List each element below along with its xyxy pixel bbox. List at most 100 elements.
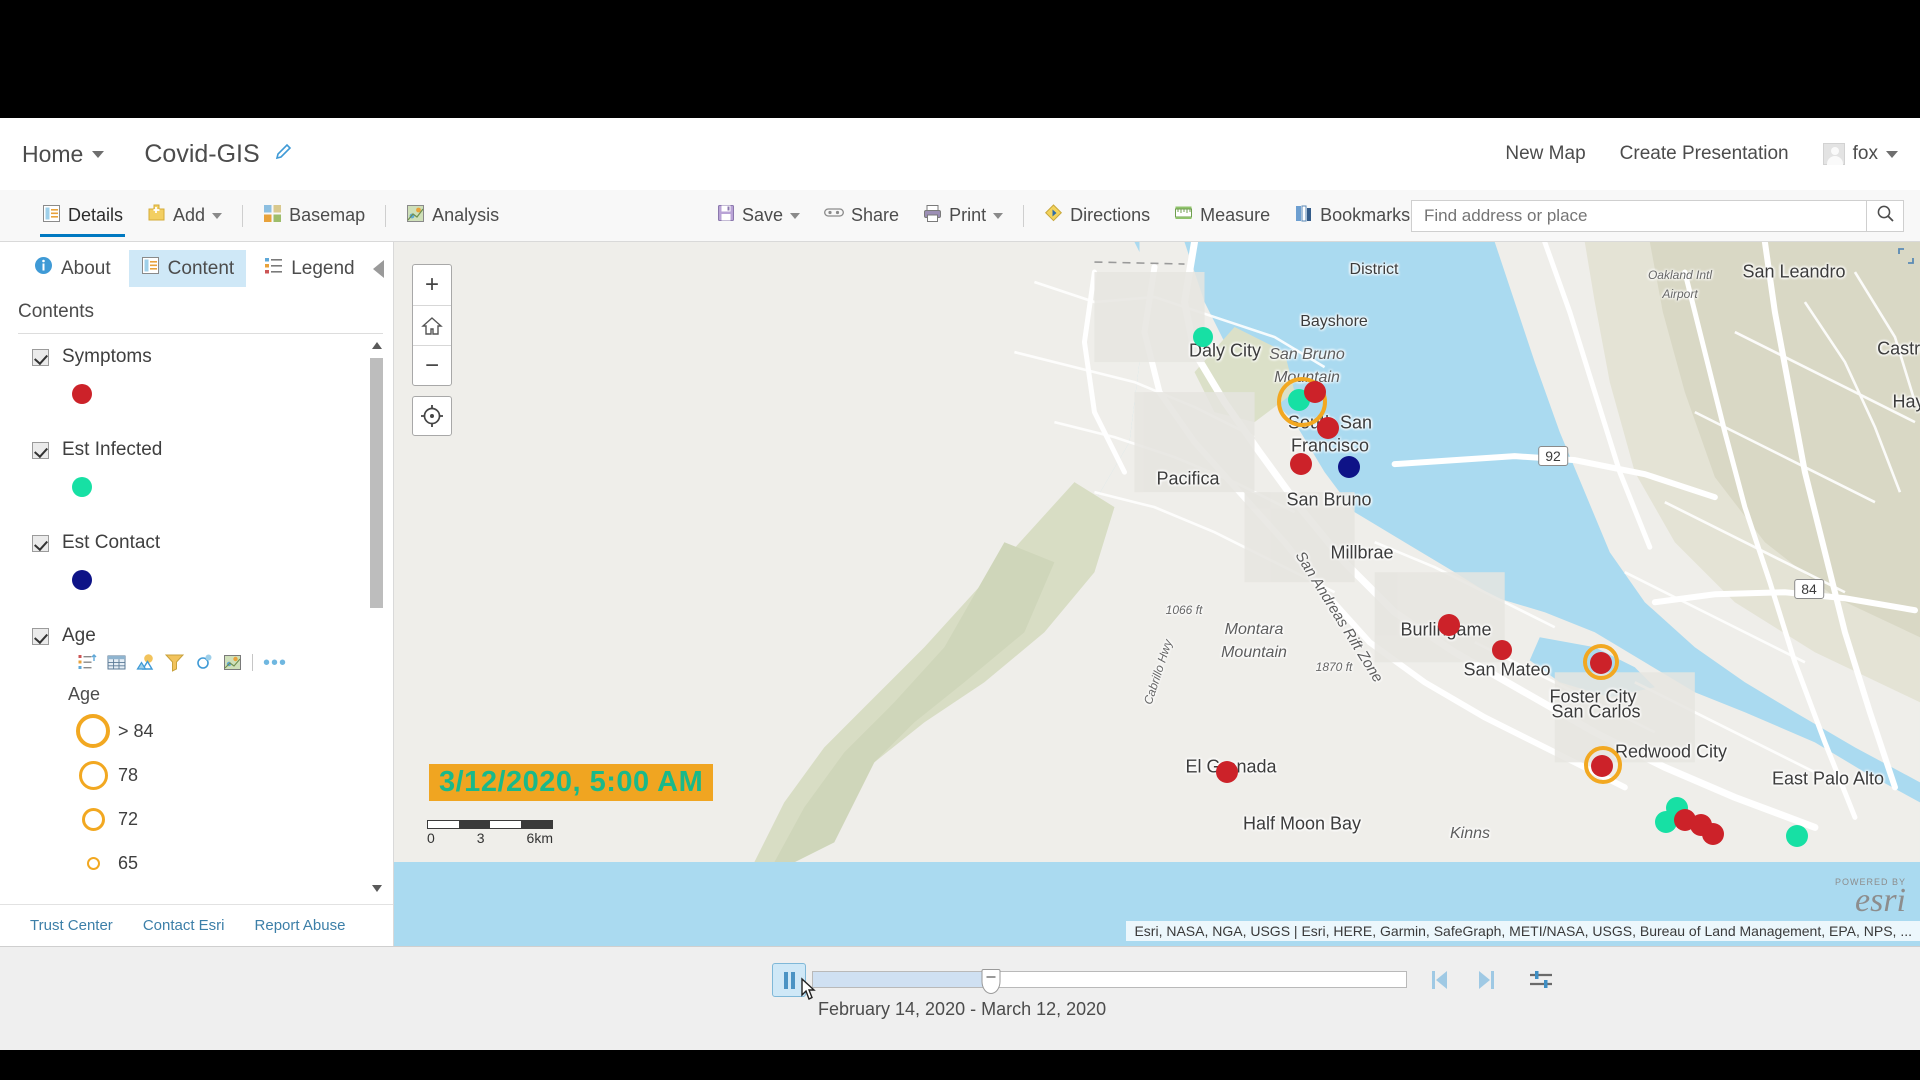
measure-button[interactable]: Measure [1162, 190, 1282, 242]
user-menu[interactable]: fox [1822, 143, 1898, 165]
layer-checkbox[interactable] [32, 534, 49, 552]
map-marker[interactable] [1290, 453, 1312, 475]
analysis-label: Analysis [432, 205, 500, 225]
print-icon [923, 204, 942, 228]
time-slider-handle[interactable] [981, 969, 1001, 994]
more-options-icon[interactable]: ••• [263, 653, 287, 673]
save-button[interactable]: Save [705, 190, 812, 242]
map-label: Airport [1662, 287, 1698, 301]
search-icon [1876, 204, 1895, 228]
map-zoom-controls[interactable]: + − [412, 264, 452, 386]
time-slider-fill [813, 972, 991, 987]
locate-button[interactable] [412, 396, 452, 436]
time-slider: February 14, 2020 - March 12, 2020 [0, 946, 1920, 1050]
analysis-icon [406, 204, 425, 228]
scrollbar-thumb[interactable] [370, 358, 383, 608]
map-marker[interactable] [1786, 825, 1808, 847]
filter-icon[interactable] [164, 653, 185, 672]
add-label: Add [173, 205, 206, 225]
avatar [1822, 143, 1845, 165]
details-button[interactable]: Details [30, 190, 135, 242]
map-marker[interactable] [1193, 327, 1213, 347]
divider [1023, 204, 1025, 227]
layer-item-symptoms[interactable]: Symptoms [18, 334, 383, 370]
scroll-down-button[interactable] [370, 877, 383, 898]
bookmarks-button[interactable]: Bookmarks [1282, 190, 1422, 242]
layer-item-est-contact[interactable]: Est Contact [18, 520, 383, 556]
layer-symbol-est-contact [18, 556, 383, 613]
map-canvas[interactable]: + − 3/12/2020, 5:00 AM 0 3 6km POWERED B… [394, 242, 1920, 946]
print-button[interactable]: Print [911, 190, 1015, 242]
time-slider-track[interactable] [812, 969, 1407, 994]
map-marker[interactable] [1438, 614, 1460, 636]
collapse-panel-icon[interactable] [372, 259, 384, 278]
map-marker[interactable] [1338, 456, 1360, 478]
map-marker[interactable] [1216, 761, 1238, 783]
search-input[interactable] [1411, 199, 1866, 232]
symbol-dot [72, 570, 92, 590]
save-icon [717, 204, 735, 227]
search-button[interactable] [1866, 199, 1904, 232]
measure-icon [1174, 204, 1193, 228]
configure-popup-icon[interactable] [194, 653, 213, 672]
layer-map-icon[interactable] [223, 653, 242, 672]
show-legend-icon[interactable] [78, 653, 97, 672]
chevron-down-icon [1886, 150, 1898, 158]
share-button[interactable]: Share [812, 190, 911, 242]
age-class-label: 72 [118, 808, 139, 829]
layer-checkbox[interactable] [32, 441, 49, 459]
zoom-out-button[interactable]: − [413, 345, 451, 385]
age-symbol [76, 714, 110, 748]
map-marker[interactable] [1590, 652, 1612, 674]
map-label: San Mateo [1463, 659, 1551, 680]
tab-content[interactable]: Content [128, 250, 247, 287]
trust-center-link[interactable]: Trust Center [30, 917, 113, 934]
previous-step-button[interactable] [1428, 969, 1452, 996]
map-marker[interactable] [1304, 381, 1326, 403]
add-icon [147, 204, 166, 228]
expand-map-icon[interactable] [1898, 248, 1914, 264]
bookmarks-icon [1294, 204, 1313, 228]
pause-button[interactable] [772, 963, 806, 997]
change-style-icon[interactable] [136, 653, 155, 672]
map-marker[interactable] [1317, 417, 1339, 439]
next-step-button[interactable] [1474, 969, 1498, 996]
map-marker[interactable] [1702, 823, 1724, 845]
tab-about[interactable]: About [22, 250, 123, 287]
attribute-table-icon[interactable] [107, 653, 126, 672]
report-abuse-link[interactable]: Report Abuse [255, 917, 346, 934]
map-marker[interactable] [1492, 640, 1512, 660]
contact-esri-link[interactable]: Contact Esri [143, 917, 225, 934]
home-label: Home [22, 140, 84, 167]
map-marker[interactable] [1591, 755, 1613, 777]
layer-item-est-infected[interactable]: Est Infected [18, 427, 383, 463]
analysis-button[interactable]: Analysis [394, 190, 511, 242]
new-map-button[interactable]: New Map [1505, 143, 1585, 165]
basemap-icon [263, 204, 282, 228]
age-class-label: > 84 [118, 720, 154, 741]
save-label: Save [742, 205, 784, 225]
home-button[interactable] [413, 305, 451, 345]
layer-label: Symptoms [62, 346, 152, 367]
basemap-button[interactable]: Basemap [251, 190, 377, 242]
directions-button[interactable]: Directions [1032, 190, 1162, 242]
layer-item-age[interactable]: Age [18, 613, 383, 649]
content-list-icon [141, 256, 160, 281]
create-presentation-button[interactable]: Create Presentation [1620, 143, 1789, 165]
pencil-icon[interactable] [274, 142, 294, 167]
contents-scrollbar[interactable] [370, 334, 383, 898]
scroll-up-button[interactable] [370, 334, 383, 356]
zoom-in-button[interactable]: + [413, 265, 451, 305]
layer-checkbox[interactable] [32, 348, 49, 366]
layer-checkbox[interactable] [32, 627, 49, 645]
age-symbol [86, 856, 100, 870]
map-label: Castro Valley [1877, 338, 1920, 359]
home-menu[interactable]: Home [22, 140, 105, 168]
tab-legend[interactable]: Legend [252, 250, 366, 287]
age-class-label: 78 [118, 764, 139, 785]
add-button[interactable]: Add [135, 190, 234, 242]
layer-symbol-est-infected [18, 463, 383, 520]
map-label: 84 [1794, 579, 1824, 599]
map-label: Oakland Intl [1647, 268, 1713, 282]
time-settings-button[interactable] [1528, 969, 1554, 996]
